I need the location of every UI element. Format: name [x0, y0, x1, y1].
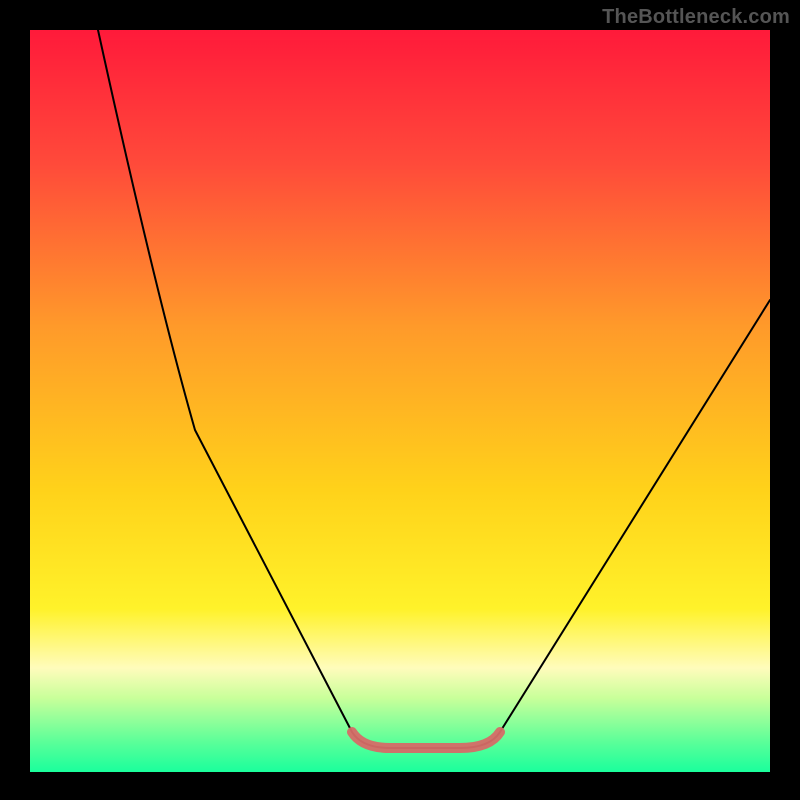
- gradient-background: [30, 30, 770, 772]
- chart-frame: TheBottleneck.com: [0, 0, 800, 800]
- watermark-text: TheBottleneck.com: [602, 6, 790, 29]
- chart-svg: [30, 30, 770, 772]
- plot-area: [30, 30, 770, 772]
